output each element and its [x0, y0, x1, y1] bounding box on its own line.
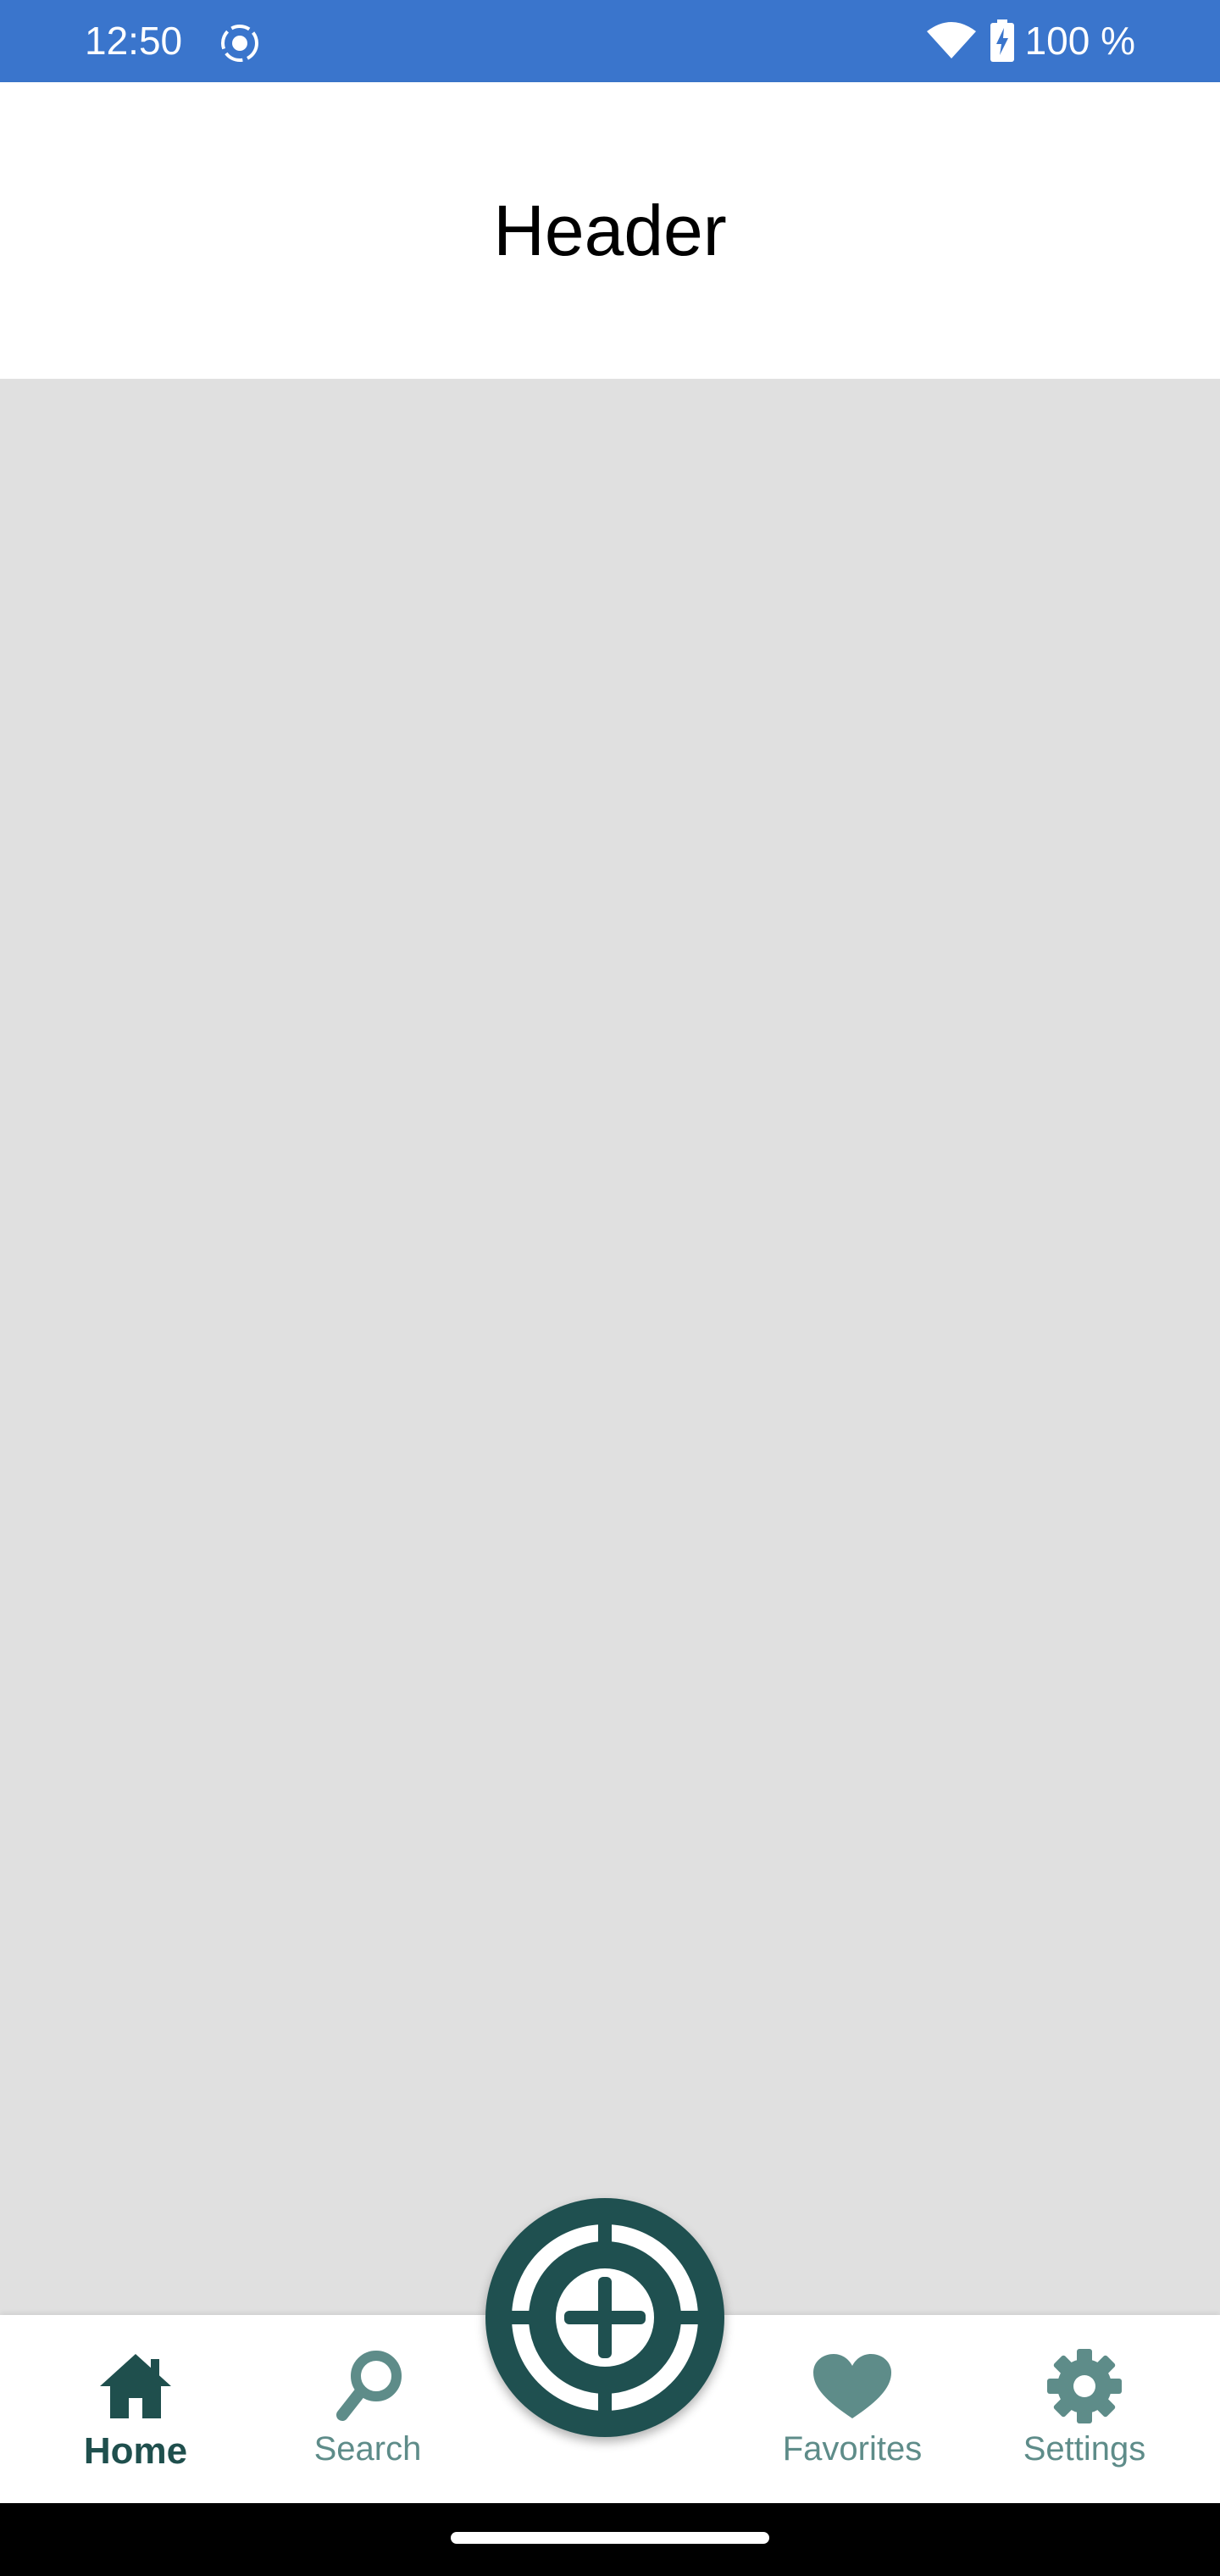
add-circle-icon	[503, 2216, 707, 2419]
battery-charging-icon	[990, 19, 1014, 62]
nav-label-favorites: Favorites	[782, 2430, 923, 2468]
nav-label-home: Home	[83, 2430, 188, 2472]
status-time: 12:50	[85, 19, 183, 63]
heart-icon	[813, 2354, 891, 2418]
nav-item-home[interactable]: Home	[51, 2315, 220, 2503]
add-button[interactable]	[485, 2198, 724, 2437]
gear-icon	[1047, 2349, 1122, 2423]
page-title: Header	[493, 190, 727, 270]
content-area	[0, 379, 1220, 2315]
nav-label-search: Search	[313, 2430, 422, 2468]
nav-item-favorites[interactable]: Favorites	[762, 2315, 942, 2503]
home-gesture-handle[interactable]	[451, 2532, 769, 2544]
nav-item-settings[interactable]: Settings	[1000, 2315, 1169, 2503]
home-icon	[100, 2354, 171, 2418]
header: Header	[0, 82, 1220, 379]
battery-percentage: 100 %	[1024, 19, 1135, 63]
status-icons: 100 %	[925, 15, 1135, 66]
screen-record-icon	[221, 25, 258, 62]
nav-item-search[interactable]: Search	[283, 2315, 452, 2503]
status-bar: 12:50 100 %	[0, 0, 1220, 82]
nav-label-settings: Settings	[1023, 2430, 1146, 2468]
system-navigation-bar	[0, 2503, 1220, 2576]
search-icon	[336, 2351, 402, 2421]
wifi-icon	[926, 22, 976, 58]
